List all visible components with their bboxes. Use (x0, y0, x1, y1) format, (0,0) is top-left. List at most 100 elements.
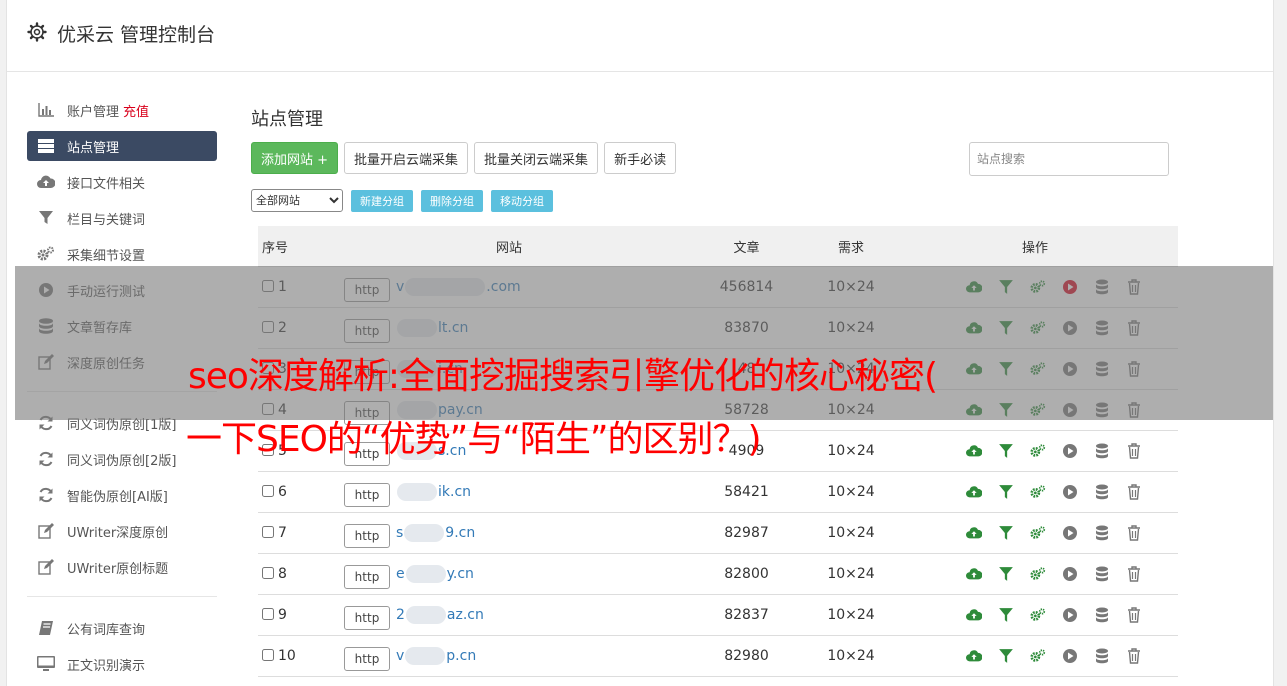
database-icon[interactable] (1094, 648, 1110, 664)
row-checkbox[interactable] (262, 649, 274, 661)
database-icon[interactable] (1094, 361, 1110, 377)
cogs-icon[interactable] (1030, 279, 1046, 295)
play-icon[interactable] (1062, 279, 1078, 295)
sidebar-item[interactable]: 智能伪原创[AI版] (27, 480, 217, 510)
trash-icon[interactable] (1126, 279, 1142, 295)
trash-icon[interactable] (1126, 525, 1142, 541)
cloud-upload-icon[interactable] (966, 443, 983, 459)
filter-icon[interactable] (998, 402, 1014, 418)
cloud-upload-icon[interactable] (966, 484, 983, 500)
database-icon[interactable] (1094, 279, 1110, 295)
site-domain-prefix[interactable]: v (396, 279, 404, 295)
database-icon[interactable] (1094, 443, 1110, 459)
cloud-upload-icon[interactable] (966, 525, 983, 541)
sidebar-item[interactable]: UWriter原创标题 (27, 552, 217, 582)
cloud-upload-icon[interactable] (966, 648, 983, 664)
database-icon[interactable] (1094, 320, 1110, 336)
cogs-icon[interactable] (1030, 525, 1046, 541)
filter-icon[interactable] (998, 648, 1014, 664)
batch-enable-cloud-button[interactable]: 批量开启云端采集 (344, 142, 469, 174)
play-icon[interactable] (1062, 484, 1078, 500)
cloud-upload-icon[interactable] (966, 279, 983, 295)
demand-value[interactable]: 10×24 (810, 553, 892, 595)
cogs-icon[interactable] (1030, 361, 1046, 377)
filter-icon[interactable] (998, 361, 1014, 377)
batch-disable-cloud-button[interactable]: 批量关闭云端采集 (474, 142, 599, 174)
demand-value[interactable]: 10×24 (810, 594, 892, 636)
cogs-icon[interactable] (1030, 648, 1046, 664)
demand-value[interactable]: 10×24 (810, 307, 892, 349)
filter-icon[interactable] (998, 484, 1014, 500)
recharge-link[interactable]: 充值 (123, 101, 149, 120)
site-domain-prefix[interactable]: s (396, 525, 403, 541)
database-icon[interactable] (1094, 607, 1110, 623)
delete-group-button[interactable]: 删除分组 (421, 189, 483, 212)
row-checkbox[interactable] (262, 485, 274, 497)
site-domain-suffix[interactable]: ik.cn (438, 484, 471, 500)
cloud-upload-icon[interactable] (966, 361, 983, 377)
article-count[interactable]: 82800 (683, 553, 810, 595)
play-icon[interactable] (1062, 443, 1078, 459)
site-domain-prefix[interactable]: 2 (396, 607, 405, 623)
row-checkbox[interactable] (262, 280, 274, 292)
filter-icon[interactable] (998, 279, 1014, 295)
article-count[interactable]: 82980 (683, 635, 810, 677)
cogs-icon[interactable] (1030, 607, 1046, 623)
database-icon[interactable] (1094, 525, 1110, 541)
demand-value[interactable]: 10×24 (810, 512, 892, 554)
site-domain-suffix[interactable]: lt.cn (438, 320, 468, 336)
cogs-icon[interactable] (1030, 320, 1046, 336)
play-icon[interactable] (1062, 607, 1078, 623)
play-icon[interactable] (1062, 525, 1078, 541)
cogs-icon[interactable] (1030, 566, 1046, 582)
site-domain-suffix[interactable]: az.cn (447, 607, 484, 623)
sidebar-item[interactable]: 栏目与关键词 (27, 203, 217, 233)
group-select[interactable]: 全部网站 (251, 189, 343, 212)
site-domain-prefix[interactable]: e (396, 566, 405, 582)
filter-icon[interactable] (998, 320, 1014, 336)
site-domain-suffix[interactable]: y.cn (447, 566, 474, 582)
sidebar-item[interactable]: 手动运行测试 (27, 275, 217, 305)
trash-icon[interactable] (1126, 320, 1142, 336)
article-count[interactable]: 82837 (683, 594, 810, 636)
trash-icon[interactable] (1126, 484, 1142, 500)
sidebar-item[interactable]: UWriter深度原创 (27, 516, 217, 546)
filter-icon[interactable] (998, 566, 1014, 582)
row-checkbox[interactable] (262, 526, 274, 538)
filter-icon[interactable] (998, 443, 1014, 459)
demand-value[interactable]: 10×24 (810, 635, 892, 677)
cloud-upload-icon[interactable] (966, 607, 983, 623)
site-domain-suffix[interactable]: 9.cn (445, 525, 475, 541)
site-domain-suffix[interactable]: .com (486, 279, 520, 295)
sidebar-item[interactable]: 正文识别演示 (27, 649, 217, 679)
add-site-button[interactable]: 添加网站 + (251, 142, 339, 174)
cloud-upload-icon[interactable] (966, 320, 983, 336)
newbie-guide-button[interactable]: 新手必读 (604, 142, 677, 174)
cloud-upload-icon[interactable] (966, 566, 983, 582)
trash-icon[interactable] (1126, 443, 1142, 459)
filter-icon[interactable] (998, 525, 1014, 541)
play-icon[interactable] (1062, 320, 1078, 336)
sidebar-item[interactable]: 采集细节设置 (27, 239, 217, 269)
play-icon[interactable] (1062, 648, 1078, 664)
sidebar-item[interactable]: 公有词库查询 (27, 613, 217, 643)
sidebar-item[interactable]: 文章暂存库 (27, 311, 217, 341)
sidebar-item[interactable]: 账户管理 充值 (27, 95, 217, 125)
demand-value[interactable]: 10×24 (810, 266, 892, 308)
article-count[interactable]: 83870 (683, 307, 810, 349)
cogs-icon[interactable] (1030, 443, 1046, 459)
article-count[interactable]: 58421 (683, 471, 810, 513)
play-icon[interactable] (1062, 402, 1078, 418)
demand-value[interactable]: 10×24 (810, 430, 892, 472)
database-icon[interactable] (1094, 402, 1110, 418)
row-checkbox[interactable] (262, 321, 274, 333)
sidebar-item[interactable]: 接口文件相关 (27, 167, 217, 197)
article-count[interactable]: 456814 (683, 266, 810, 308)
demand-value[interactable]: 10×24 (810, 471, 892, 513)
move-group-button[interactable]: 移动分组 (491, 189, 553, 212)
site-search-input[interactable] (969, 142, 1169, 176)
site-domain-suffix[interactable]: p.cn (446, 648, 476, 664)
cogs-icon[interactable] (1030, 402, 1046, 418)
trash-icon[interactable] (1126, 566, 1142, 582)
cogs-icon[interactable] (1030, 484, 1046, 500)
